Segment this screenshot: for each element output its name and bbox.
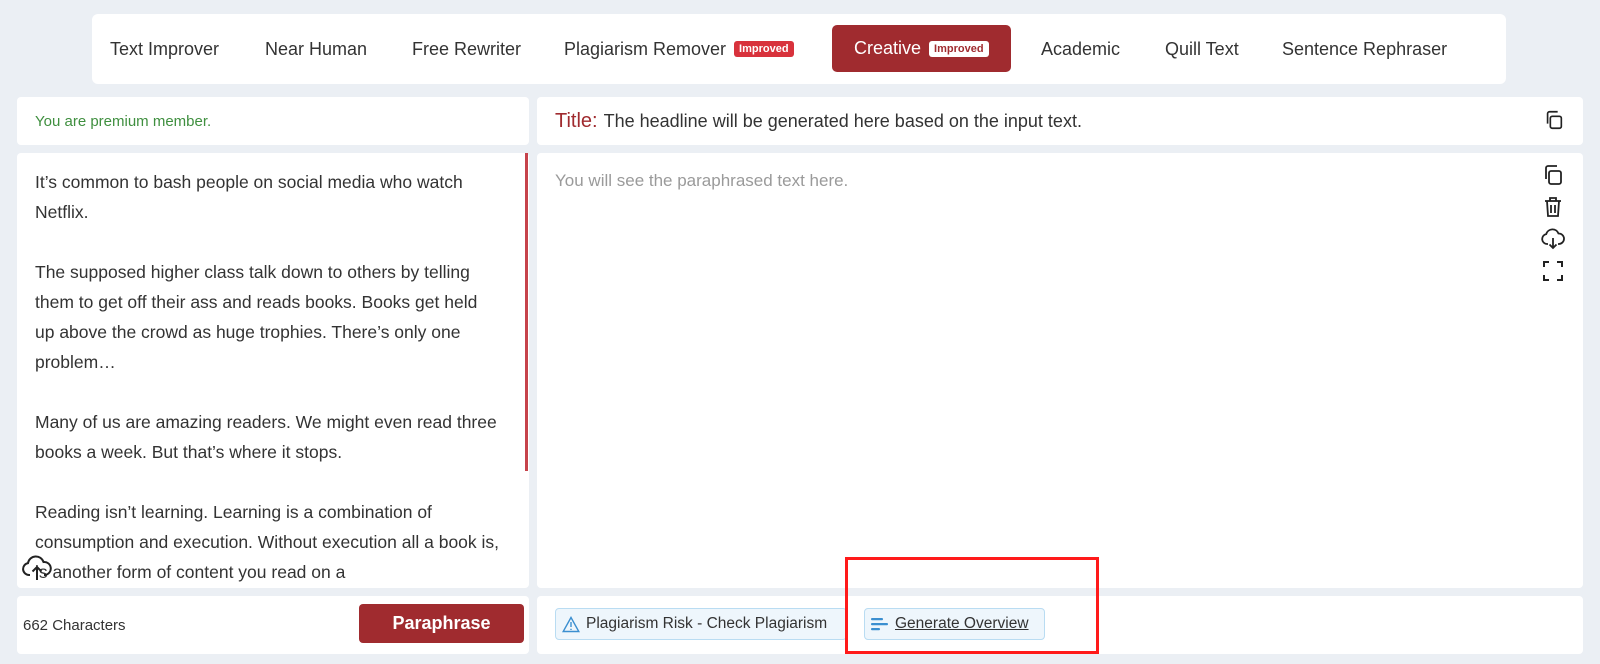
mode-tab-bar: Text Improver Near Human Free Rewriter P… — [92, 14, 1506, 84]
tab-academic[interactable]: Academic — [1041, 14, 1120, 84]
lines-icon — [871, 618, 888, 631]
tab-creative[interactable]: Creative Improved — [832, 25, 1011, 72]
paraphrase-button[interactable]: Paraphrase — [359, 604, 524, 643]
output-text-area[interactable]: You will see the paraphrased text here. — [537, 153, 1583, 588]
generate-overview-label: Generate Overview — [895, 615, 1029, 632]
tab-label: Plagiarism Remover — [564, 38, 727, 59]
trash-icon[interactable] — [1541, 195, 1565, 219]
improved-badge: Improved — [734, 41, 794, 57]
tab-plagiarism-remover[interactable]: Plagiarism Remover Improved — [564, 14, 794, 84]
tab-text-improver[interactable]: Text Improver — [110, 14, 219, 84]
tab-label: Quill Text — [1165, 38, 1239, 59]
output-toolbar — [1541, 163, 1565, 291]
title-bar: Title: The headline will be generated he… — [537, 97, 1583, 145]
tab-free-rewriter[interactable]: Free Rewriter — [412, 14, 521, 84]
generate-overview-button[interactable]: Generate Overview — [864, 608, 1045, 640]
copy-icon[interactable] — [1543, 109, 1565, 131]
input-paragraph: Reading isn’t learning. Learning is a co… — [35, 502, 500, 582]
output-placeholder: You will see the paraphrased text here. — [555, 171, 849, 190]
fullscreen-icon[interactable] — [1541, 259, 1565, 283]
input-text-area[interactable]: It’s common to bash people on social med… — [17, 153, 529, 588]
input-text: It’s common to bash people on social med… — [17, 153, 529, 587]
input-paragraph: The supposed higher class talk down to o… — [35, 262, 478, 372]
input-paragraph: Many of us are amazing readers. We might… — [35, 412, 497, 462]
upload-cloud-icon[interactable] — [22, 554, 52, 582]
tab-label: Free Rewriter — [412, 38, 522, 59]
title-label: Title: — [555, 109, 598, 132]
copy-icon[interactable] — [1541, 163, 1565, 187]
tab-label: Sentence Rephraser — [1282, 38, 1448, 59]
improved-badge: Improved — [929, 40, 989, 57]
warning-triangle-icon — [562, 615, 580, 632]
tab-sentence-rephraser[interactable]: Sentence Rephraser — [1282, 14, 1447, 84]
tab-near-human[interactable]: Near Human — [265, 14, 367, 84]
tab-label: Academic — [1041, 38, 1121, 59]
download-cloud-icon[interactable] — [1541, 227, 1565, 251]
scrollbar[interactable] — [525, 153, 528, 471]
input-footer: 662 Characters Paraphrase — [17, 596, 529, 654]
tab-label: Text Improver — [110, 38, 220, 59]
input-paragraph: It’s common to bash people on social med… — [35, 172, 463, 222]
title-text: The headline will be generated here base… — [603, 110, 1082, 131]
tab-label: Creative — [854, 38, 922, 58]
character-count: 662 Characters — [23, 616, 126, 634]
premium-status: You are premium member. — [17, 97, 529, 145]
check-plagiarism-label: Plagiarism Risk - Check Plagiarism — [586, 615, 828, 632]
output-footer: Plagiarism Risk - Check Plagiarism Gener… — [537, 596, 1583, 654]
check-plagiarism-button[interactable]: Plagiarism Risk - Check Plagiarism — [555, 608, 847, 640]
tab-label: Near Human — [265, 38, 368, 59]
tab-quill-text[interactable]: Quill Text — [1165, 14, 1239, 84]
